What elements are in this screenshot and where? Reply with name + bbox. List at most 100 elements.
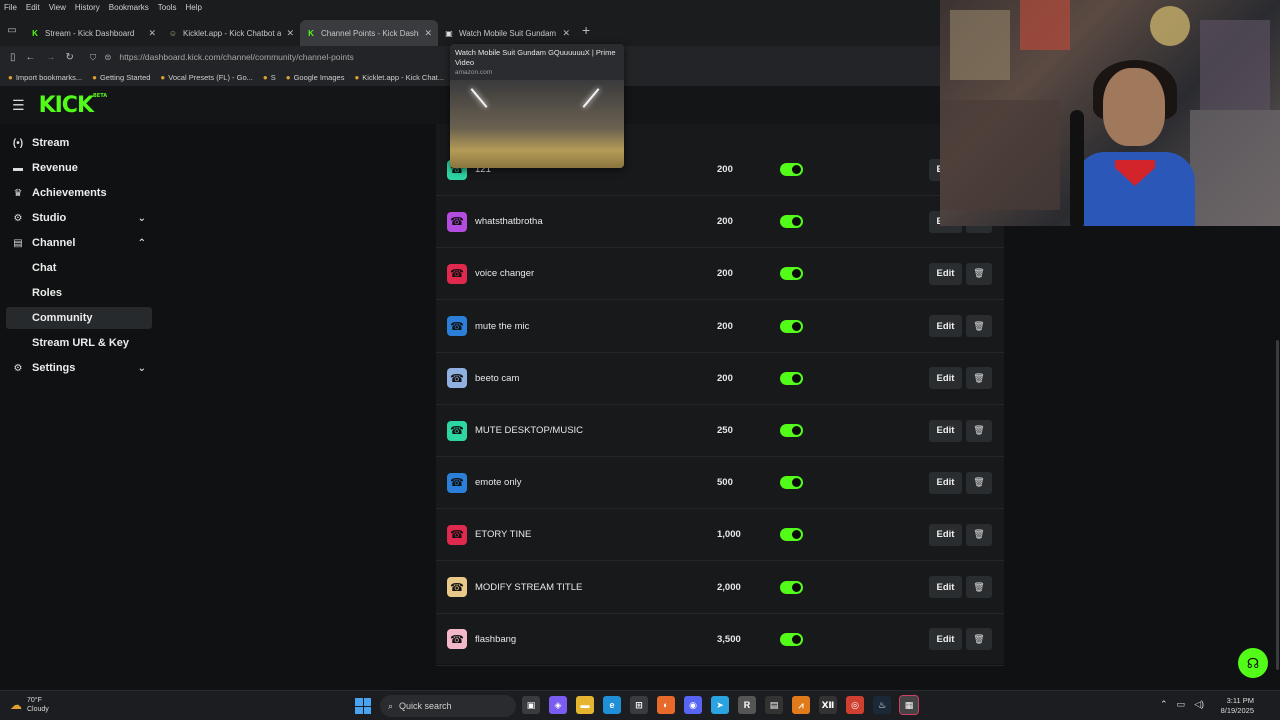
browser-tab[interactable]: ☺ Kicklet.app - Kick Chatbot and C ✕ — [162, 20, 300, 46]
edit-button[interactable]: Edit — [929, 419, 962, 442]
trash-icon[interactable]: 🗑 — [966, 262, 992, 285]
discord-icon[interactable]: ◉ — [684, 696, 702, 714]
reward-enabled-toggle[interactable] — [780, 528, 803, 542]
channel-points-list: ☎121200Edit🗑☎whatsthatbrotha200Edit🗑☎voi… — [436, 124, 1004, 666]
reward-enabled-toggle[interactable] — [780, 632, 803, 646]
edit-button[interactable]: Edit — [929, 576, 962, 599]
sidebar-item-achievements[interactable]: ♛ Achievements — [6, 182, 152, 204]
bookmark-item[interactable]: ● Import bookmarks... — [8, 73, 82, 82]
chevron-icon[interactable]: ⌄ — [138, 213, 146, 224]
trash-icon[interactable]: 🗑 — [966, 419, 992, 442]
volume-icon[interactable]: ◁) — [1194, 699, 1204, 710]
sidebar-item-studio[interactable]: ⚙ Studio ⌄ — [6, 207, 152, 229]
sidebar-item-revenue[interactable]: ▬ Revenue — [6, 157, 152, 179]
taskbar-search[interactable]: ⌕ Quick search — [380, 695, 516, 717]
browser-tab[interactable]: ▣ Watch Mobile Suit Gundam G ✕ — [438, 20, 576, 46]
steam-icon[interactable]: ♨ — [873, 696, 891, 714]
reward-enabled-toggle[interactable] — [780, 319, 803, 333]
edit-button[interactable]: Edit — [929, 367, 962, 390]
edit-button[interactable]: Edit — [929, 262, 962, 285]
sidebar-item-stream[interactable]: (•) Stream — [6, 132, 152, 154]
reward-row: ☎ emote only 500 Edit 🗑 — [436, 457, 1004, 510]
bookmark-item[interactable]: ● Google Images — [286, 73, 345, 82]
sidebar-item-channel[interactable]: ▤ Channel ⌃ — [6, 232, 152, 254]
tab-overview-icon[interactable]: ▭ — [0, 14, 24, 46]
reward-enabled-toggle[interactable] — [780, 267, 803, 281]
reward-enabled-toggle[interactable] — [780, 371, 803, 385]
edit-button[interactable]: Edit — [929, 628, 962, 651]
reward-enabled-toggle[interactable] — [780, 580, 803, 594]
task-view-icon[interactable]: ▣ — [522, 696, 540, 714]
chrome-icon[interactable]: ◎ — [846, 696, 864, 714]
trash-icon[interactable]: 🗑 — [966, 367, 992, 390]
utility-icon[interactable]: Ⅻ — [819, 696, 837, 714]
streamlabs-icon[interactable]: ▤ — [765, 696, 783, 714]
forward-icon[interactable]: → — [46, 52, 56, 63]
close-icon[interactable]: ✕ — [148, 28, 156, 39]
page-scrollbar[interactable] — [1276, 340, 1279, 670]
bookmark-item[interactable]: ● Getting Started — [92, 73, 150, 82]
reward-enabled-toggle[interactable] — [780, 476, 803, 490]
sidebar-item-chat[interactable]: Chat — [6, 257, 152, 279]
trash-icon[interactable]: 🗑 — [966, 315, 992, 338]
browser-tab[interactable]: K Channel Points - Kick Dashboard ✕ — [300, 20, 438, 46]
sidebar-item-roles[interactable]: Roles — [6, 282, 152, 304]
reward-icon: ☎ — [447, 211, 467, 232]
reward-icon: ☎ — [447, 420, 467, 441]
dashboard-sidebar: (•) Stream ▬ Revenue ♛ Achievements ⚙ Studio ⌄ ▤ C… — [0, 124, 160, 684]
sidebar-toggle-icon[interactable]: ▯ — [10, 52, 16, 63]
file-explorer-icon[interactable]: ▬ — [576, 696, 594, 714]
close-icon[interactable]: ✕ — [562, 28, 570, 39]
network-icon[interactable]: ▭ — [1177, 699, 1186, 710]
windows-start-icon[interactable] — [355, 698, 371, 714]
back-icon[interactable]: ← — [26, 52, 36, 63]
menu-bookmarks[interactable]: Bookmarks — [109, 3, 149, 12]
new-tab-icon[interactable]: + — [582, 22, 590, 38]
edit-button[interactable]: Edit — [929, 471, 962, 494]
chevron-icon[interactable]: ⌃ — [138, 238, 146, 249]
windows-taskbar: ☁ 70°F Cloudy ⌕ Quick search ▣ ◈ ▬ e ⊞ ◐… — [0, 690, 1280, 720]
copilot-icon[interactable]: ◈ — [549, 696, 567, 714]
edit-button[interactable]: Edit — [929, 523, 962, 546]
edit-button[interactable]: Edit — [929, 315, 962, 338]
fl-studio-icon[interactable]: ⩘ — [792, 696, 810, 714]
reward-enabled-toggle[interactable] — [780, 424, 803, 437]
reward-enabled-toggle[interactable] — [780, 215, 803, 229]
reward-enabled-toggle[interactable] — [780, 163, 803, 176]
sidebar-item-community[interactable]: Community — [6, 307, 152, 329]
bookmark-item[interactable]: ● S — [263, 73, 276, 82]
menu-tools[interactable]: Tools — [158, 3, 177, 12]
menu-icon[interactable]: ☰ — [12, 97, 25, 114]
menu-help[interactable]: Help — [185, 3, 201, 12]
trash-icon[interactable]: 🗑 — [966, 628, 992, 651]
sidebar-item-settings[interactable]: ⚙ Settings ⌄ — [6, 357, 152, 379]
bookmark-item[interactable]: ● Vocal Presets (FL) - Go... — [160, 73, 252, 82]
store-icon[interactable]: ⊞ — [630, 696, 648, 714]
chevron-up-icon[interactable]: ⌃ — [1160, 699, 1168, 710]
kick-logo[interactable]: KICKBETA — [39, 93, 108, 118]
chevron-icon[interactable]: ⌄ — [138, 363, 146, 374]
trash-icon[interactable]: 🗑 — [966, 471, 992, 494]
close-icon[interactable]: ✕ — [286, 28, 294, 39]
menu-file[interactable]: File — [4, 3, 17, 12]
reward-row: ☎ mute the mic 200 Edit 🗑 — [436, 301, 1004, 353]
bookmark-item[interactable]: ● Kicklet.app - Kick Chat... — [354, 73, 444, 82]
trash-icon[interactable]: 🗑 — [966, 576, 992, 599]
menu-edit[interactable]: Edit — [26, 3, 40, 12]
support-chat-icon[interactable]: ☊ — [1238, 648, 1268, 678]
trash-icon[interactable]: 🗑 — [966, 523, 992, 546]
menu-history[interactable]: History — [75, 3, 100, 12]
menu-view[interactable]: View — [49, 3, 66, 12]
browser-tab[interactable]: K Stream - Kick Dashboard ✕ — [24, 20, 162, 46]
sidebar-item-stream-url-key[interactable]: Stream URL & Key — [6, 332, 152, 354]
close-icon[interactable]: ✕ — [424, 28, 432, 39]
weather-widget[interactable]: ☁ 70°F Cloudy — [10, 696, 49, 714]
address-bar[interactable]: ⛉ ⊜ https://dashboard.kick.com/channel/c… — [84, 48, 354, 66]
telegram-icon[interactable]: ➤ — [711, 696, 729, 714]
reload-icon[interactable]: ↻ — [66, 52, 74, 63]
app-icon[interactable]: R — [738, 696, 756, 714]
edge-icon[interactable]: e — [603, 696, 621, 714]
taskbar-clock[interactable]: 3:11 PM 8/19/2025 — [1216, 696, 1254, 716]
obs-icon[interactable]: ▦ — [899, 695, 919, 715]
firefox-icon[interactable]: ◐ — [657, 696, 675, 714]
